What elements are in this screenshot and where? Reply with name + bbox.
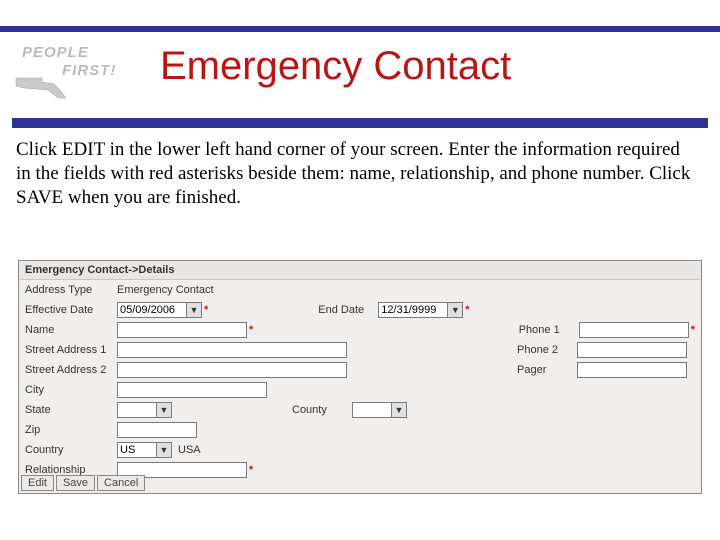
save-button[interactable]: Save [56,475,95,491]
emergency-contact-panel: Emergency Contact->Details Address Type … [18,260,702,494]
street1-input[interactable] [117,342,347,358]
logo: PEOPLE FIRST! [14,40,134,94]
button-bar: Edit Save Cancel [21,475,145,491]
label-street1: Street Address 1 [25,344,117,356]
city-input[interactable] [117,382,267,398]
label-zip: Zip [25,424,117,436]
effective-date-dropdown[interactable]: ▼ [186,302,202,318]
top-rule [0,26,720,32]
label-state: State [25,404,117,416]
label-phone2: Phone 2 [517,344,577,356]
phone1-input[interactable] [579,322,689,338]
cancel-button[interactable]: Cancel [97,475,145,491]
label-address-type: Address Type [25,284,117,296]
end-date-input[interactable] [378,302,448,318]
street2-input[interactable] [117,362,347,378]
country-dropdown[interactable]: ▼ [156,442,172,458]
label-phone1: Phone 1 [519,324,579,336]
label-street2: Street Address 2 [25,364,117,376]
country-code-input[interactable] [117,442,157,458]
label-effective-date: Effective Date [25,304,117,316]
country-name: USA [178,444,201,456]
asterisk-icon: * [249,464,253,476]
county-dropdown[interactable]: ▼ [391,402,407,418]
asterisk-icon: * [465,304,469,316]
label-end-date: End Date [318,304,378,316]
asterisk-icon: * [204,304,208,316]
label-name: Name [25,324,117,336]
divider-rule [12,118,708,128]
state-input[interactable] [117,402,157,418]
label-city: City [25,384,117,396]
label-pager: Pager [517,364,577,376]
phone2-input[interactable] [577,342,687,358]
state-dropdown[interactable]: ▼ [156,402,172,418]
effective-date-input[interactable] [117,302,187,318]
pager-input[interactable] [577,362,687,378]
panel-breadcrumb: Emergency Contact->Details [19,261,701,280]
asterisk-icon: * [691,324,695,336]
instruction-text: Click EDIT in the lower left hand corner… [16,138,696,209]
end-date-dropdown[interactable]: ▼ [447,302,463,318]
name-input[interactable] [117,322,247,338]
page-title: Emergency Contact [160,44,511,89]
asterisk-icon: * [249,324,253,336]
label-country: Country [25,444,117,456]
florida-shape-icon [14,76,74,100]
zip-input[interactable] [117,422,197,438]
label-county: County [292,404,352,416]
logo-line1: PEOPLE [22,44,89,61]
value-address-type: Emergency Contact [117,284,217,296]
edit-button[interactable]: Edit [21,475,54,491]
county-input[interactable] [352,402,392,418]
